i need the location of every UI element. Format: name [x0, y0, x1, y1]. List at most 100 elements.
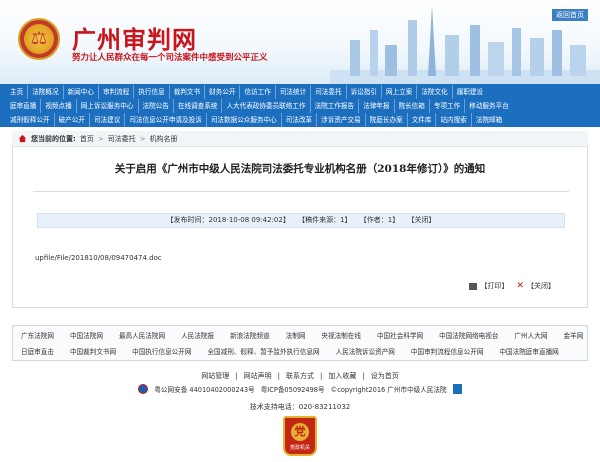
- friend-link-7[interactable]: 中国社会科学网: [369, 329, 431, 343]
- nav-item-2[interactable]: 司法建议: [90, 113, 126, 127]
- friend-link-2[interactable]: 最高人民法院网: [111, 329, 173, 343]
- breadcrumb-item-judicial-entrust[interactable]: 司法委托: [108, 134, 136, 144]
- nav-item-1[interactable]: 视频点播: [41, 99, 77, 113]
- friend-links: 广东法院网 中国法院网 最高人民法院网 人民法院报 新浪法院频道 法制网 央视法制在线 中国社…: [12, 325, 588, 361]
- police-badge-icon: [138, 384, 149, 394]
- breadcrumb-item-institution-list[interactable]: 机构名册: [150, 134, 178, 144]
- nav-item-5[interactable]: 裁判文书: [170, 85, 206, 99]
- nav-item-9[interactable]: 专项工作: [430, 99, 466, 113]
- gov-site-icon[interactable]: [452, 384, 462, 394]
- nav-item-11[interactable]: 网上立案: [382, 85, 418, 99]
- friend-link-6[interactable]: 央视法制在线: [313, 329, 369, 343]
- friend-link-3[interactable]: 全国减刑、假释、暂予监外执行信息网: [199, 345, 327, 359]
- nav-item-1[interactable]: 法院概况: [28, 85, 64, 99]
- friend-link-9[interactable]: 广州人大网: [506, 329, 555, 343]
- nav-item-6[interactable]: 涉诉资产交易: [317, 113, 366, 127]
- party-gov-badge[interactable]: 党 党政机关: [283, 416, 317, 456]
- nav-item-10[interactable]: 法院邮箱: [472, 113, 506, 127]
- article-author: 【作者：1】: [359, 216, 400, 224]
- nav-item-6[interactable]: 法院工作报告: [311, 99, 360, 113]
- attachment-link[interactable]: upfile/File/201810/08/09470474.doc: [35, 254, 162, 262]
- nav-item-9[interactable]: 站内搜索: [436, 113, 472, 127]
- icp-record[interactable]: 粤ICP备05092498号: [261, 384, 325, 394]
- breadcrumb: 您当前的位置: 首页 > 司法委托 > 机构名册: [12, 131, 588, 147]
- footer-link-3[interactable]: 加入收藏: [328, 372, 356, 380]
- printer-icon: [469, 282, 478, 290]
- nav-row-1: 主页 法院概况 新闻中心 审判流程 执行信息 裁判文书 财务公开 信访工作 司法统计 司法委托 诉讼…: [6, 85, 487, 99]
- footer-registration: 粤公网安备 44010402000243号 粤ICP备05092498号 ©co…: [0, 384, 600, 394]
- friend-link-5[interactable]: 法制网: [278, 329, 314, 343]
- footer-links: 网站管理 | 网站声明 | 联系方式 | 加入收藏 | 设为首页: [0, 371, 600, 381]
- nav-item-13[interactable]: 履职建设: [453, 85, 487, 99]
- footer-link-1[interactable]: 网站声明: [244, 372, 272, 380]
- friend-link-0[interactable]: 日庭审直击: [13, 345, 62, 359]
- location-icon: [18, 134, 27, 143]
- friend-link-4[interactable]: 新浪法院频道: [222, 329, 278, 343]
- close-label: 【关闭】: [527, 282, 555, 290]
- nav-item-4[interactable]: 执行信息: [134, 85, 170, 99]
- friend-link-0[interactable]: 广东法院网: [13, 329, 62, 343]
- article-box: 关于启用《广州市中级人民法院司法委托专业机构名册（2018年修订）》的通知 【发…: [12, 147, 588, 308]
- nav-item-8[interactable]: 文件库: [408, 113, 437, 127]
- nav-item-3[interactable]: 司法信息公开申请及投诉: [125, 113, 207, 127]
- friend-link-8[interactable]: 中国法院网络电视台: [431, 329, 506, 343]
- nav-item-0[interactable]: 主页: [6, 85, 29, 99]
- nav-item-8[interactable]: 院长信箱: [395, 99, 430, 113]
- nav-row-2: 庭审直播 视频点播 网上诉讼服务中心 法院公告 在线调查系统 人大代表政协委员联络工作 法院…: [6, 99, 513, 113]
- nav-item-3[interactable]: 法院公告: [139, 99, 174, 113]
- nav-item-5[interactable]: 人大代表政协委员联络工作: [222, 99, 311, 113]
- footer-link-4[interactable]: 设为首页: [371, 372, 399, 380]
- back-to-home-link[interactable]: 返回首页: [552, 9, 588, 21]
- print-button[interactable]: 【打印】: [469, 281, 508, 291]
- publish-time: 【发布时间：2018-10-08 09:42:02】: [166, 216, 290, 224]
- court-emblem-icon: ⚖: [18, 18, 60, 60]
- header: ⚖ 广州审判网 努力让人民群众在每一个司法案件中感受到公平正义 返回首页: [0, 0, 600, 84]
- nav-item-6[interactable]: 财务公开: [205, 85, 241, 99]
- nav-item-7[interactable]: 法律年报: [359, 99, 395, 113]
- friend-link-1[interactable]: 中国法院网: [62, 329, 111, 343]
- nav-item-5[interactable]: 司法改革: [282, 113, 318, 127]
- close-bottom-button[interactable]: ✕ 【关闭】: [516, 281, 555, 291]
- nav-item-9[interactable]: 司法委托: [311, 85, 347, 99]
- article-meta: 【发布时间：2018-10-08 09:42:02】 【稿件来源：1】 【作者：…: [37, 213, 565, 228]
- nav-item-1[interactable]: 破产公开: [55, 113, 90, 127]
- nav-item-4[interactable]: 在线调查系统: [174, 99, 223, 113]
- tech-support: 技术支持电话：020-83211032: [249, 403, 351, 411]
- friend-link-4[interactable]: 人民法院诉讼资产网: [328, 345, 403, 359]
- friend-link-5[interactable]: 中国审判流程信息公开网: [403, 345, 492, 359]
- friend-link-1[interactable]: 中国裁判文书网: [62, 345, 124, 359]
- nav-item-10[interactable]: 移动服务平台: [465, 99, 513, 113]
- friend-link-6[interactable]: 中国法院庭审直播网: [491, 345, 566, 359]
- close-icon: ✕: [516, 280, 524, 291]
- nav-item-0[interactable]: 减刑假释公开: [6, 113, 55, 127]
- links-row-1: 广东法院网 中国法院网 最高人民法院网 人民法院报 新浪法院频道 法制网 央视法制在线 中国社…: [13, 329, 591, 343]
- nav-item-10[interactable]: 诉讼指引: [347, 85, 382, 99]
- site-title: 广州审判网: [72, 25, 197, 54]
- nav-item-2[interactable]: 网上诉讼服务中心: [77, 99, 139, 113]
- breadcrumb-item-home[interactable]: 首页: [80, 134, 94, 144]
- breadcrumb-separator: >: [97, 134, 104, 143]
- police-record[interactable]: 粤公网安备 44010402000243号: [154, 384, 254, 394]
- friend-link-3[interactable]: 人民法院报: [173, 329, 222, 343]
- footer-link-0[interactable]: 网站管理: [201, 372, 229, 380]
- breadcrumb-separator: >: [139, 134, 146, 143]
- footer-separator: |: [362, 372, 365, 380]
- friend-link-10[interactable]: 金羊网: [555, 329, 591, 343]
- article-actions: 【打印】 ✕ 【关闭】: [461, 281, 555, 291]
- close-top-link[interactable]: 【关闭】: [408, 216, 436, 224]
- article-title: 关于启用《广州市中级人民法院司法委托专业机构名册（2018年修订）》的通知: [114, 163, 486, 175]
- links-row-2: 日庭审直击 中国裁判文书网 中国执行信息公开网 全国减刑、假释、暂予监外执行信息网 人民…: [13, 345, 567, 359]
- footer-separator: |: [320, 372, 323, 380]
- nav-item-0[interactable]: 庭审直播: [6, 99, 42, 113]
- nav-item-7[interactable]: 院庭长办案: [366, 113, 408, 127]
- badge-text: 党政机关: [289, 445, 310, 451]
- nav-item-7[interactable]: 信访工作: [240, 85, 276, 99]
- footer-link-2[interactable]: 联系方式: [286, 372, 314, 380]
- nav-item-12[interactable]: 法院文化: [417, 85, 453, 99]
- nav-item-3[interactable]: 审判流程: [99, 85, 135, 99]
- nav-item-4[interactable]: 司法数据公众服务中心: [207, 113, 282, 127]
- nav-item-2[interactable]: 新闻中心: [64, 85, 99, 99]
- friend-link-2[interactable]: 中国执行信息公开网: [124, 345, 199, 359]
- nav-item-8[interactable]: 司法统计: [276, 85, 312, 99]
- footer-separator: |: [235, 372, 238, 380]
